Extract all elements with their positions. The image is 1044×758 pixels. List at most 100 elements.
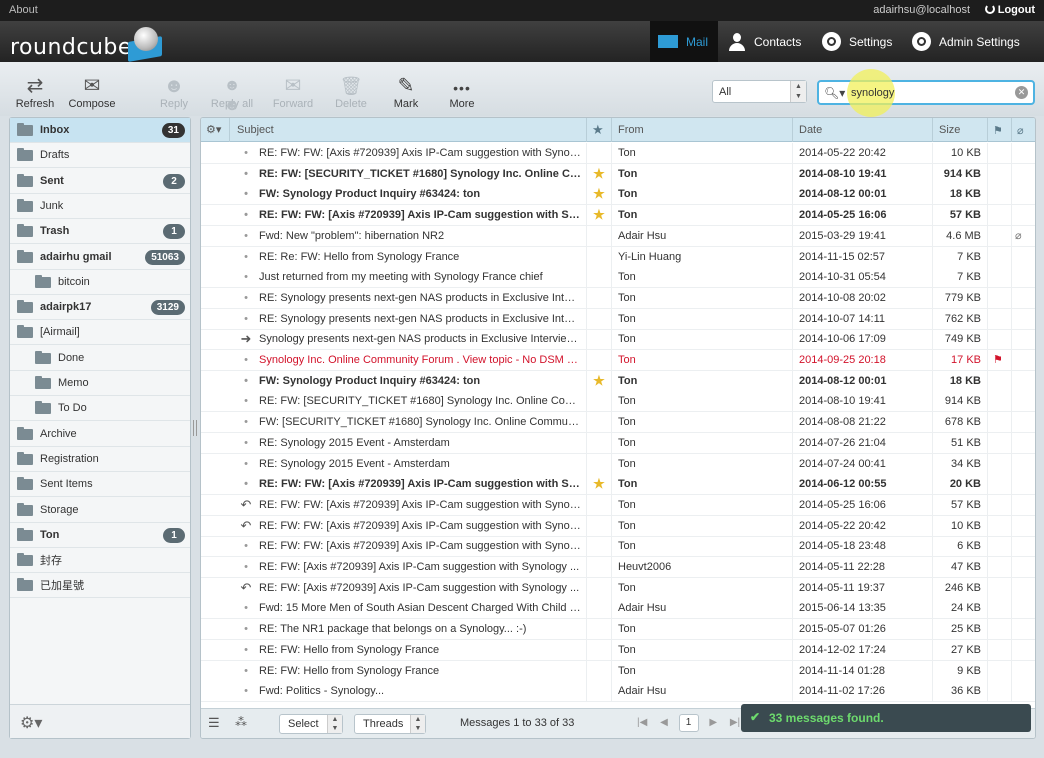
message-row[interactable]: ↶ RE: FW: [Axis #720939] Axis IP-Cam sugg…: [201, 577, 1035, 599]
folder-item[interactable]: Memo: [10, 371, 190, 396]
attachment-icon[interactable]: ⌀: [1017, 124, 1024, 137]
threads-view-icon[interactable]: ⁂: [235, 715, 247, 729]
message-row[interactable]: • Fwd: New "problem": hibernation NR2 Adai…: [201, 225, 1035, 247]
select-menu[interactable]: Select ▲ ▼: [279, 714, 343, 734]
mark-button[interactable]: Mark: [380, 76, 432, 110]
status-icon[interactable]: •: [239, 292, 253, 304]
status-icon[interactable]: •: [239, 168, 253, 180]
message-row[interactable]: • RE: FW: FW: [Axis #720939] Axis IP-Cam …: [201, 205, 1035, 227]
message-row[interactable]: • RE: FW: FW: [Axis #720939] Axis IP-Cam …: [201, 143, 1035, 164]
nav-admin-settings[interactable]: Admin Settings: [912, 21, 1020, 62]
filter-select[interactable]: All ▲ ▼: [712, 80, 807, 103]
star-icon[interactable]: ★: [592, 122, 604, 138]
folder-item[interactable]: Sent 2: [10, 169, 190, 194]
message-row[interactable]: • Fwd: 15 More Men of South Asian Descent…: [201, 598, 1035, 620]
status-icon[interactable]: •: [239, 644, 253, 656]
flag-icon[interactable]: ⚑: [993, 124, 1003, 137]
status-icon[interactable]: ↶: [239, 580, 253, 596]
message-row[interactable]: • Just returned from my meeting with Syno…: [201, 267, 1035, 289]
folder-item[interactable]: Ton 1: [10, 523, 190, 548]
folder-item[interactable]: Inbox 31: [10, 118, 190, 143]
list-view-icon[interactable]: ☰: [208, 715, 220, 731]
search-box[interactable]: 🔍︎▾ synology ✕: [817, 69, 1035, 117]
logo[interactable]: roundcube: [10, 35, 132, 60]
status-icon[interactable]: •: [239, 395, 253, 407]
message-row[interactable]: • Synology Inc. Online Community Forum . …: [201, 350, 1035, 371]
splitter-handle[interactable]: [193, 420, 197, 436]
attachment-icon[interactable]: ⌀: [1015, 229, 1029, 242]
flag-icon[interactable]: ⚑: [993, 353, 1007, 366]
more-button[interactable]: More: [436, 76, 488, 110]
column-size[interactable]: Size: [939, 124, 960, 136]
folder-item[interactable]: Junk: [10, 194, 190, 219]
next-page-icon[interactable]: ▶: [709, 717, 717, 728]
message-row[interactable]: ➜ Synology presents next-gen NAS products…: [201, 329, 1035, 351]
status-icon[interactable]: ➜: [239, 331, 253, 347]
folder-item[interactable]: adairpk17 3129: [10, 295, 190, 321]
reply-all-button[interactable]: Reply all: [204, 76, 260, 110]
clear-icon[interactable]: ✕: [1015, 86, 1028, 99]
status-icon[interactable]: •: [239, 623, 253, 635]
nav-contacts[interactable]: Contacts: [728, 21, 801, 62]
message-row[interactable]: • RE: FW: [SECURITY_TICKET #1680] Synolog…: [201, 163, 1035, 185]
folder-item[interactable]: adairhu gmail 51063: [10, 245, 190, 270]
star-icon[interactable]: ★: [591, 166, 607, 182]
message-row[interactable]: ↶ RE: FW: FW: [Axis #720939] Axis IP-Cam …: [201, 515, 1035, 537]
status-icon[interactable]: •: [239, 540, 253, 552]
search-input[interactable]: synology: [851, 87, 894, 99]
message-row[interactable]: • RE: Synology presents next-gen NAS prod…: [201, 287, 1035, 309]
folder-item[interactable]: 已加星號: [10, 573, 190, 599]
message-row[interactable]: • RE: FW: [Axis #720939] Axis IP-Cam sugg…: [201, 557, 1035, 578]
status-icon[interactable]: •: [239, 230, 253, 242]
refresh-button[interactable]: Refresh: [9, 76, 61, 110]
status-icon[interactable]: •: [239, 188, 253, 200]
folder-item[interactable]: To Do: [10, 396, 190, 422]
status-icon[interactable]: •: [239, 313, 253, 325]
message-row[interactable]: • RE: Re: FW: Hello from Synology France Y…: [201, 246, 1035, 268]
message-row[interactable]: • Fwd: Politics - Synology... Adair Hsu 201…: [201, 681, 1035, 703]
status-icon[interactable]: •: [239, 375, 253, 387]
logout-button[interactable]: Logout: [984, 4, 1035, 16]
star-icon[interactable]: ★: [591, 373, 607, 389]
forward-button[interactable]: Forward: [267, 76, 319, 110]
message-row[interactable]: • RE: Synology presents next-gen NAS prod…: [201, 308, 1035, 330]
message-row[interactable]: • RE: Synology 2015 Event - Amsterdam Ton 2…: [201, 453, 1035, 475]
status-icon[interactable]: •: [239, 685, 253, 697]
star-icon[interactable]: ★: [591, 207, 607, 223]
message-row[interactable]: • RE: FW: [SECURITY_TICKET #1680] Synolog…: [201, 391, 1035, 413]
status-icon[interactable]: •: [239, 561, 253, 573]
status-icon[interactable]: •: [239, 354, 253, 366]
list-options-icon[interactable]: ⚙▾: [206, 123, 221, 136]
delete-button[interactable]: Delete: [325, 76, 377, 110]
folder-item[interactable]: Trash 1: [10, 219, 190, 245]
folder-item[interactable]: 封存: [10, 548, 190, 574]
threads-menu[interactable]: Threads ▲ ▼: [354, 714, 426, 734]
about-link[interactable]: About: [9, 4, 38, 16]
star-icon[interactable]: ★: [591, 186, 607, 202]
status-icon[interactable]: ↶: [239, 518, 253, 534]
status-icon[interactable]: •: [239, 209, 253, 221]
message-row[interactable]: • RE: FW: FW: [Axis #720939] Axis IP-Cam …: [201, 474, 1035, 496]
folder-item[interactable]: Storage: [10, 498, 190, 523]
folder-item[interactable]: Sent Items: [10, 472, 190, 498]
status-icon[interactable]: •: [239, 665, 253, 677]
status-icon[interactable]: •: [239, 478, 253, 490]
search-icon[interactable]: 🔍︎▾: [824, 86, 845, 100]
status-icon[interactable]: •: [239, 458, 253, 470]
message-row[interactable]: • FW: Synology Product Inquiry #63424: to…: [201, 184, 1035, 206]
message-row[interactable]: • RE: FW: FW: [Axis #720939] Axis IP-Cam …: [201, 536, 1035, 558]
nav-mail[interactable]: Mail: [650, 21, 718, 62]
last-page-icon[interactable]: ▶|: [730, 717, 740, 728]
message-row[interactable]: • RE: FW: Hello from Synology France Ton 20…: [201, 639, 1035, 661]
nav-settings[interactable]: Settings: [822, 21, 892, 62]
compose-button[interactable]: Compose: [66, 76, 118, 110]
folder-item[interactable]: bitcoin: [10, 270, 190, 295]
prev-page-icon[interactable]: ◀: [660, 717, 668, 728]
first-page-icon[interactable]: |◀: [637, 717, 647, 728]
message-row[interactable]: • RE: Synology 2015 Event - Amsterdam Ton 2…: [201, 432, 1035, 454]
status-icon[interactable]: •: [239, 416, 253, 428]
message-row[interactable]: • FW: Synology Product Inquiry #63424: to…: [201, 370, 1035, 392]
message-row[interactable]: ↶ RE: FW: FW: [Axis #720939] Axis IP-Cam …: [201, 494, 1035, 516]
gear-icon[interactable]: ⚙▾: [20, 713, 42, 733]
folder-item[interactable]: Done: [10, 346, 190, 371]
